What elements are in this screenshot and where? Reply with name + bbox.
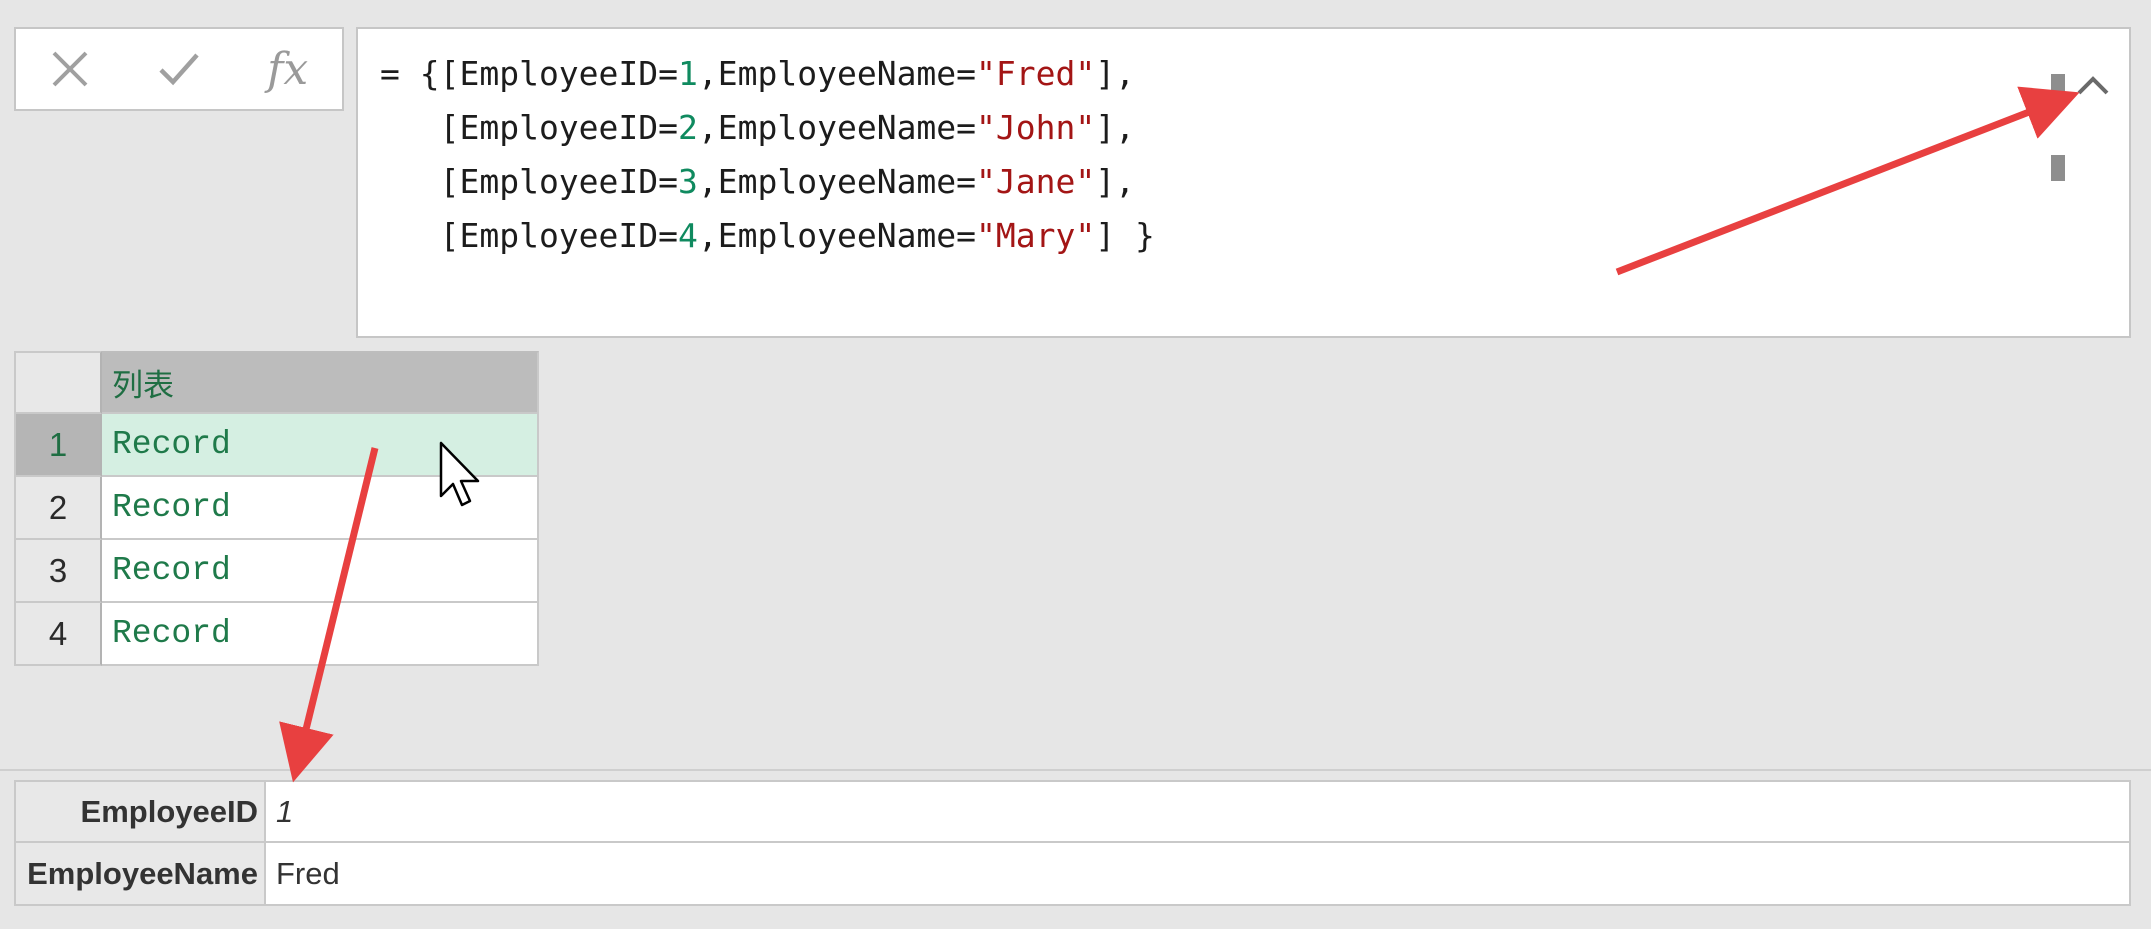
fx-icon: fx [267,43,309,95]
record-field-row: EmployeeID 1 [14,780,2131,843]
record-field-value: Fred [266,843,2131,906]
pane-splitter[interactable] [0,769,2151,771]
formula-line: [EmployeeID=4,EmployeeName="Mary"] } [380,209,1155,263]
table-row[interactable]: 1 Record [14,414,539,477]
scrollbar-up-marker[interactable] [2051,74,2065,100]
formula-text[interactable]: = {[EmployeeID=1,EmployeeName="Fred"], [… [380,47,1155,263]
formula-bar-buttons: fx [14,27,344,111]
record-link-cell[interactable]: Record [102,414,539,477]
formula-string-token: "John" [976,108,1096,147]
record-field-name: EmployeeID [14,780,266,843]
formula-token: [EmployeeID= [380,216,679,255]
collapse-formula-button[interactable] [2071,63,2115,107]
formula-token: ] } [1095,216,1155,255]
table-row[interactable]: 4 Record [14,603,539,666]
record-field-name: EmployeeName [14,843,266,906]
formula-line: [EmployeeID=3,EmployeeName="Jane"], [380,155,1155,209]
formula-string-token: "Jane" [976,162,1096,201]
row-number[interactable]: 3 [14,540,102,603]
formula-token: = {[EmployeeID= [380,54,679,93]
record-field-value: 1 [266,780,2131,843]
formula-number-token: 3 [678,162,698,201]
confirm-button[interactable] [125,29,234,109]
row-number[interactable]: 2 [14,477,102,540]
formula-token: ], [1095,162,1136,201]
grid-header-row: 列表 [14,351,539,414]
formula-number-token: 1 [678,54,698,93]
formula-editor[interactable]: = {[EmployeeID=1,EmployeeName="Fred"], [… [356,27,2131,338]
formula-line: = {[EmployeeID=1,EmployeeName="Fred"], [380,47,1155,101]
column-header-list[interactable]: 列表 [102,351,539,414]
record-link-cell[interactable]: Record [102,540,539,603]
formula-token: ], [1095,54,1136,93]
insert-function-button[interactable]: fx [233,29,342,109]
formula-token: ,EmployeeName= [697,216,977,255]
scrollbar-down-marker[interactable] [2051,155,2065,181]
select-all-corner[interactable] [14,351,102,414]
formula-string-token: "Fred" [976,54,1096,93]
formula-line: [EmployeeID=2,EmployeeName="John"], [380,101,1155,155]
data-grid: 列表 1 Record 2 Record 3 Record 4 Record [14,351,539,666]
formula-token: ,EmployeeName= [697,54,977,93]
formula-token: ], [1095,108,1136,147]
record-field-row: EmployeeName Fred [14,843,2131,906]
check-icon [159,53,199,86]
formula-token: ,EmployeeName= [697,162,977,201]
table-row[interactable]: 2 Record [14,477,539,540]
row-number[interactable]: 4 [14,603,102,666]
formula-token: [EmployeeID= [380,162,679,201]
x-icon [52,51,88,87]
formula-number-token: 2 [678,108,698,147]
grid-body: 1 Record 2 Record 3 Record 4 Record [14,414,539,666]
formula-token: ,EmployeeName= [697,108,977,147]
chevron-up-icon [2077,76,2109,95]
formula-number-token: 4 [678,216,698,255]
record-link-cell[interactable]: Record [102,603,539,666]
row-number[interactable]: 1 [14,414,102,477]
formula-token: [EmployeeID= [380,108,679,147]
formula-string-token: "Mary" [976,216,1096,255]
record-preview-pane: EmployeeID 1 EmployeeName Fred [14,780,2131,906]
cancel-button[interactable] [16,29,125,109]
table-row[interactable]: 3 Record [14,540,539,603]
record-link-cell[interactable]: Record [102,477,539,540]
